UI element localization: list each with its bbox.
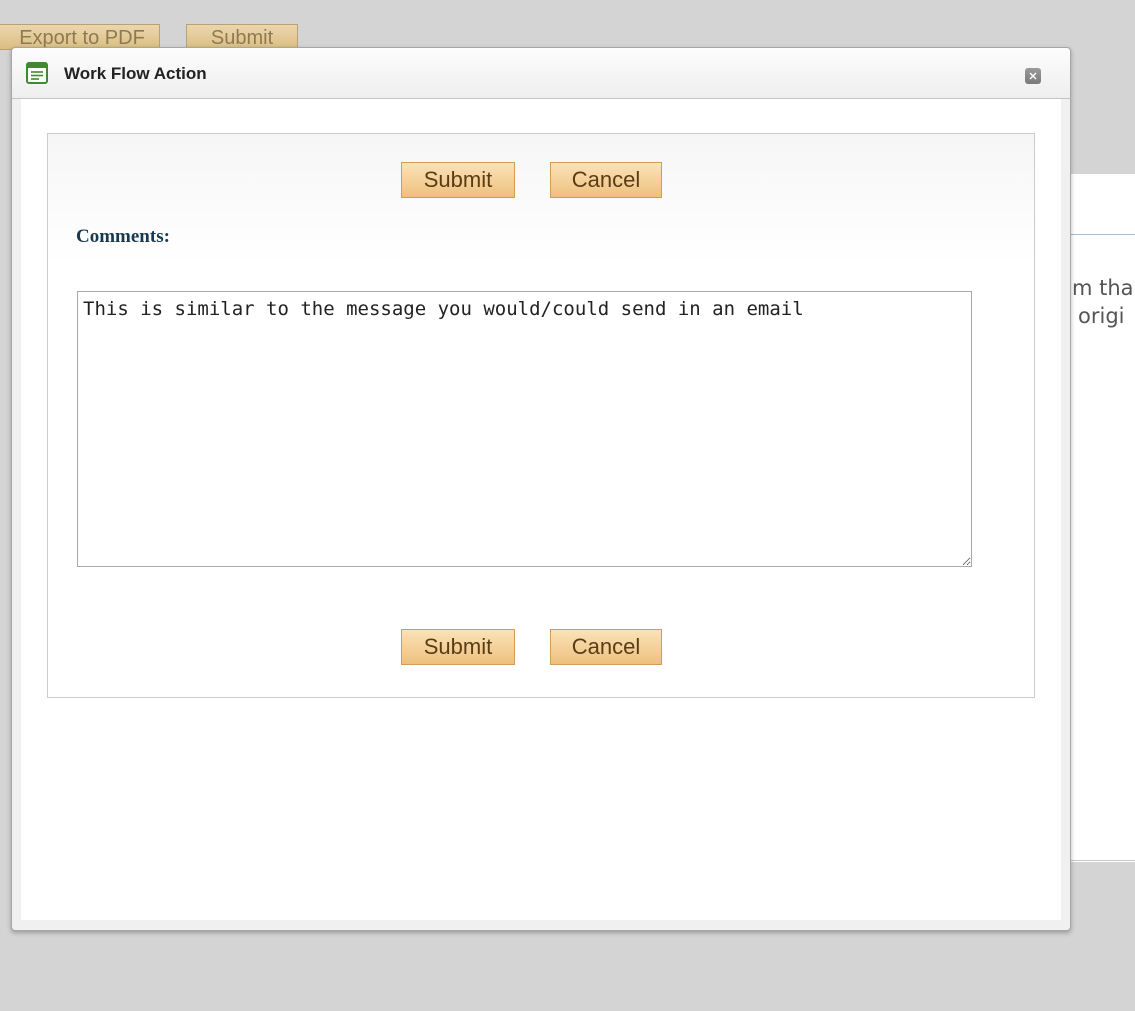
dialog-header[interactable]: Work Flow Action [12,48,1070,99]
submit-button-bottom[interactable]: Submit [401,629,515,665]
close-icon[interactable] [1025,68,1041,84]
page: Export to PDF Submit m tha origi Work Fl… [0,0,1135,1011]
comments-textarea[interactable]: This is similar to the message you would… [77,291,972,567]
cancel-button-bottom[interactable]: Cancel [550,629,662,665]
background-divider-bottom [1070,860,1135,861]
dialog-title: Work Flow Action [64,64,207,83]
background-text-line: m tha [1072,276,1134,300]
cancel-button[interactable]: Cancel [550,162,662,198]
dialog-body: Submit Cancel Comments: This is similar … [21,99,1061,920]
comments-label: Comments: [76,226,170,247]
form-icon [26,62,48,84]
work-flow-action-dialog: Work Flow Action Submit Cancel Comments:… [11,47,1071,931]
submit-button[interactable]: Submit [401,162,515,198]
background-text-line: origi [1078,304,1125,328]
workflow-form: Submit Cancel Comments: This is similar … [47,133,1035,698]
background-divider [1070,234,1135,235]
